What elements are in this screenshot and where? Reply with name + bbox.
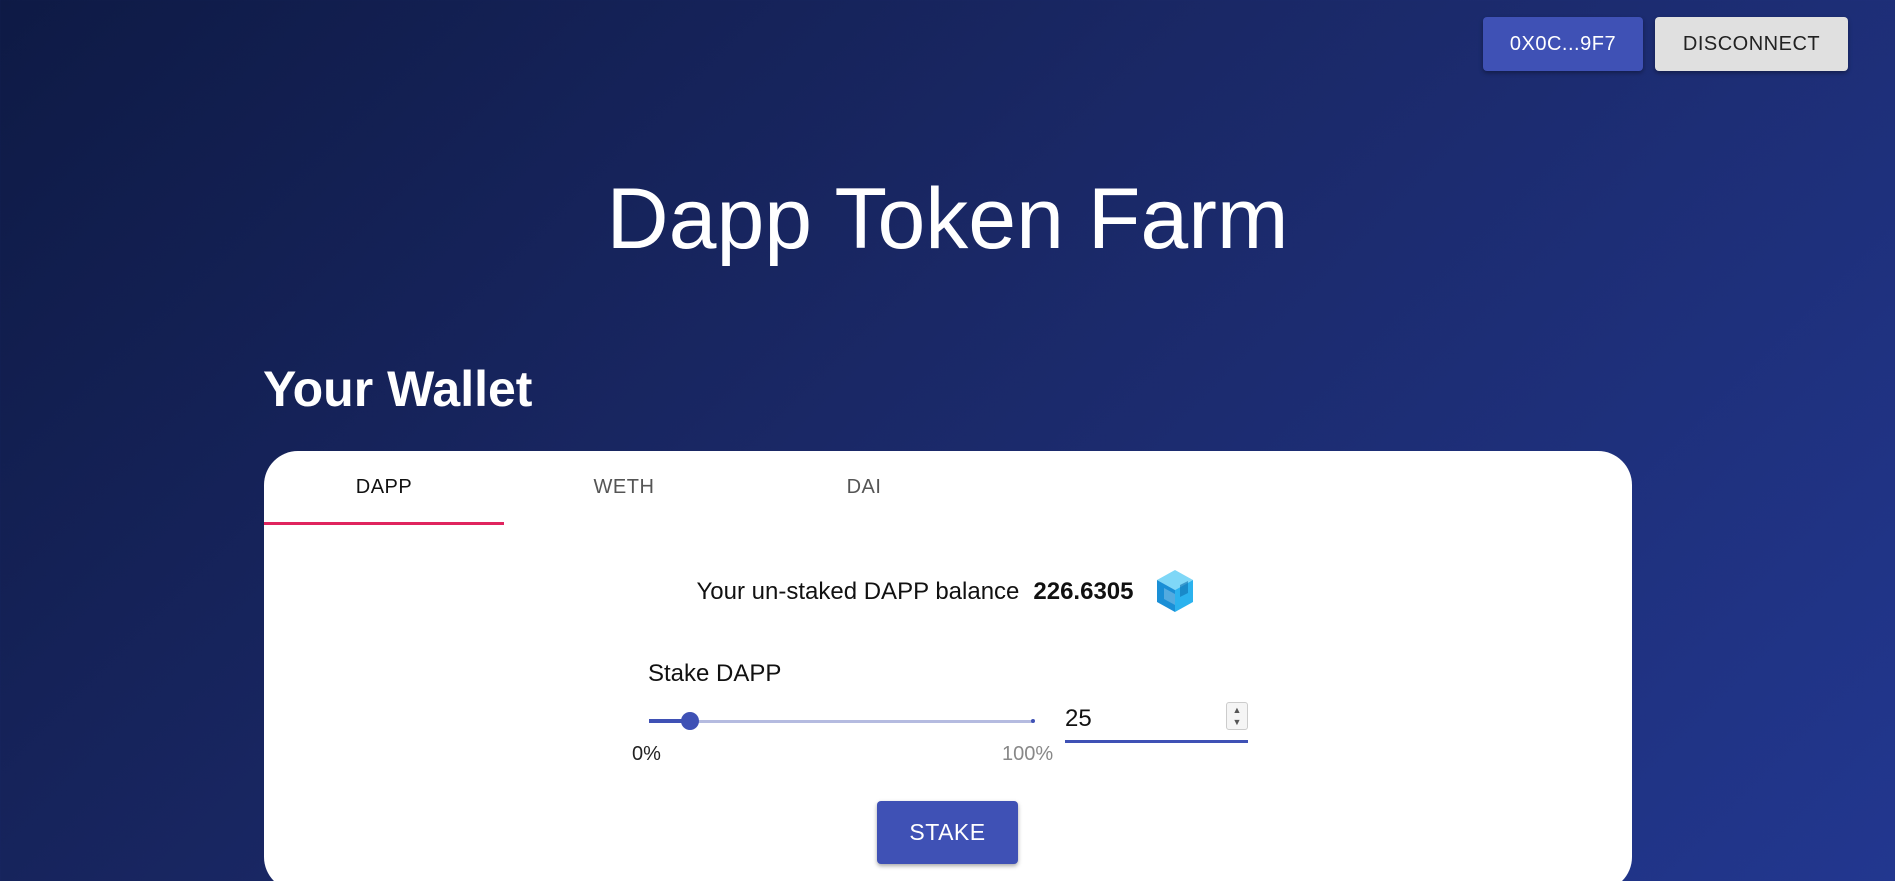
tab-weth[interactable]: WETH — [504, 451, 744, 523]
slider-max-label: 100% — [1002, 743, 1054, 765]
stake-button[interactable]: STAKE — [877, 801, 1018, 864]
page-title: Dapp Token Farm — [606, 171, 1289, 267]
balance-value: 226.6305 — [1033, 578, 1134, 605]
spinner-up-icon[interactable]: ▲ — [1233, 704, 1242, 716]
stake-amount-input[interactable] — [1065, 700, 1215, 738]
spinner-down-icon[interactable]: ▼ — [1233, 716, 1242, 728]
tab-dai[interactable]: DAI — [744, 451, 984, 523]
disconnect-button[interactable]: DISCONNECT — [1655, 17, 1848, 71]
balance-label: Your un-staked DAPP balance — [696, 578, 1020, 605]
token-tabs: DAPP WETH DAI — [264, 451, 1632, 525]
active-tab-indicator — [264, 522, 504, 525]
balance-row: Your un-staked DAPP balance 226.6305 — [264, 567, 1632, 617]
wallet-address-button[interactable]: 0X0C...9F7 — [1483, 17, 1643, 71]
stake-label: Stake DAPP — [648, 660, 782, 687]
header-actions: 0X0C...9F7 DISCONNECT — [1483, 17, 1848, 71]
number-spinner[interactable]: ▲ ▼ — [1226, 702, 1248, 730]
slider-end-mark — [1031, 719, 1035, 723]
slider-min-label: 0% — [632, 743, 661, 765]
stake-amount-field: ▲ ▼ — [1065, 700, 1248, 743]
tab-dapp[interactable]: DAPP — [264, 451, 504, 523]
slider-track — [649, 720, 1033, 723]
wallet-card: DAPP WETH DAI Your un-staked DAPP balanc… — [264, 451, 1632, 881]
slider-thumb[interactable] — [681, 712, 699, 730]
wallet-section-title: Your Wallet — [263, 361, 533, 417]
dapp-token-icon — [1156, 570, 1193, 612]
